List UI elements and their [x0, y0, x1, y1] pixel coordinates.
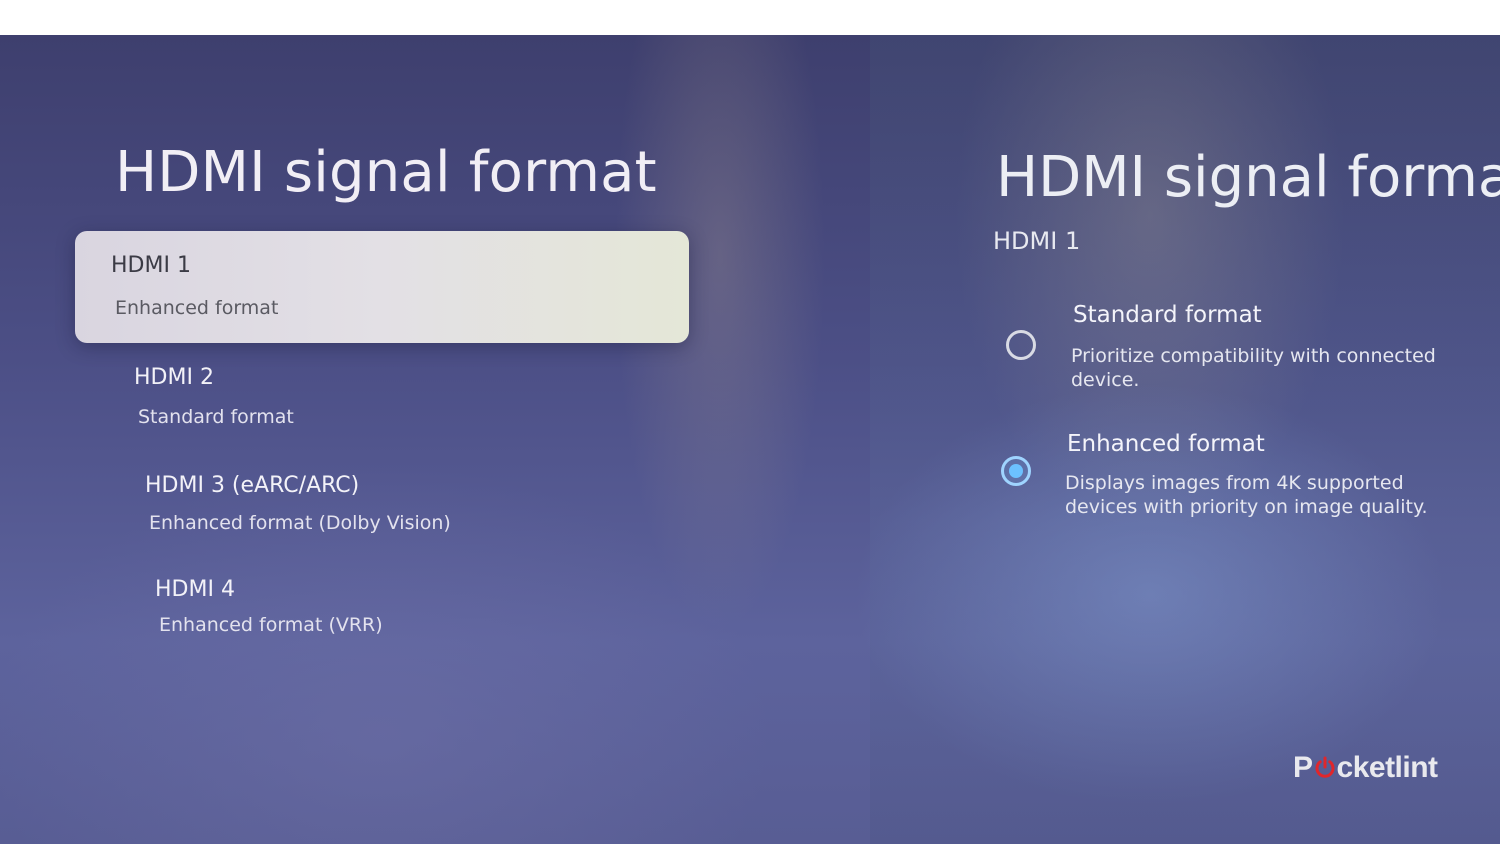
left-page-title: HDMI signal format	[115, 140, 657, 205]
standard-format-label: Standard format	[1073, 302, 1262, 328]
hdmi-4-title: HDMI 4	[155, 577, 235, 602]
pocketlint-watermark: Pcketlint	[1293, 751, 1438, 785]
enhanced-format-label: Enhanced format	[1067, 431, 1265, 457]
hdmi-4-list-item[interactable]: HDMI 4 Enhanced format (VRR)	[140, 568, 700, 648]
radio-checked-icon[interactable]	[1001, 456, 1031, 486]
hdmi-3-subtitle: Enhanced format (Dolby Vision)	[149, 512, 451, 534]
watermark-suffix: cketlint	[1336, 751, 1439, 784]
enhanced-format-option[interactable]: Enhanced format Displays images from 4K …	[995, 428, 1475, 523]
standard-format-option[interactable]: Standard format Prioritize compatibility…	[1000, 300, 1480, 395]
hdmi-2-list-item[interactable]: HDMI 2 Standard format	[120, 357, 680, 437]
radio-dot-icon	[1009, 464, 1023, 478]
right-page-title: HDMI signal format	[996, 145, 1500, 210]
watermark-prefix: P	[1293, 751, 1313, 784]
hdmi-2-title: HDMI 2	[134, 365, 214, 390]
hdmi-2-subtitle: Standard format	[138, 406, 294, 428]
hdmi-1-list-item[interactable]	[75, 231, 689, 343]
enhanced-format-description: Displays images from 4K supported device…	[1065, 472, 1428, 518]
hdmi-1-title: HDMI 1	[111, 253, 191, 278]
hdmi-4-subtitle: Enhanced format (VRR)	[159, 614, 383, 636]
standard-format-description: Prioritize compatibility with connected …	[1071, 345, 1436, 391]
hdmi-3-list-item[interactable]: HDMI 3 (eARC/ARC) Enhanced format (Dolby…	[130, 465, 690, 545]
radio-unchecked-icon[interactable]	[1006, 330, 1036, 360]
hdmi-1-subtitle: Enhanced format	[115, 297, 279, 319]
power-icon	[1314, 752, 1336, 778]
tv-screen: HDMI signal format HDMI 1 Enhanced forma…	[0, 35, 1500, 844]
selected-input-label: HDMI 1	[993, 227, 1081, 255]
hdmi-3-title: HDMI 3 (eARC/ARC)	[145, 473, 360, 498]
